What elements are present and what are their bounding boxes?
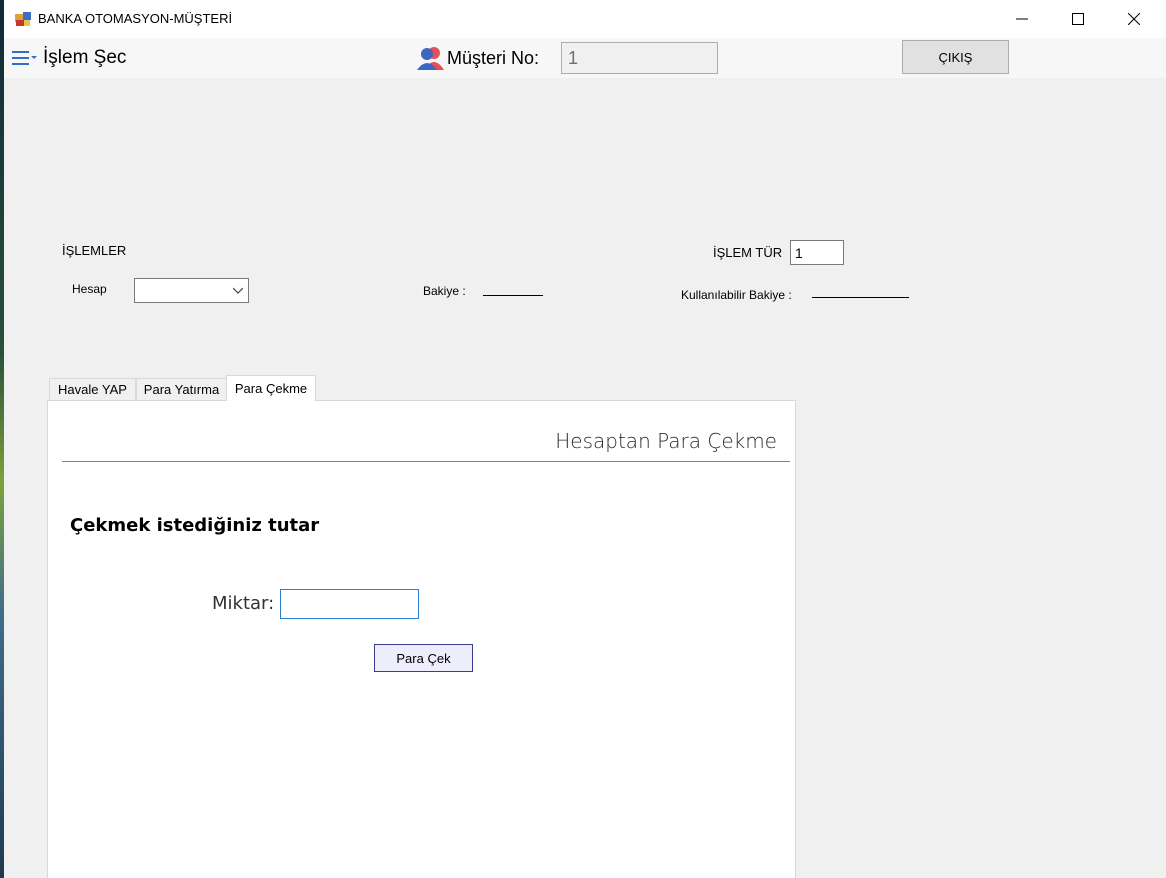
tab-havale-yap[interactable]: Havale YAP [49,378,136,400]
islem-tur-field[interactable] [790,240,844,265]
minimize-button[interactable] [994,0,1050,38]
panel-divider [62,461,790,462]
islemler-label: İŞLEMLER [62,243,127,258]
tab-para-yatirma[interactable]: Para Yatırma [136,378,227,400]
cikis-button[interactable]: ÇIKIŞ [902,40,1009,74]
islem-tur-label: İŞLEM TÜR [713,245,783,260]
close-button[interactable] [1106,0,1162,38]
miktar-input[interactable] [280,589,419,619]
musteri-no-field[interactable] [561,42,718,74]
maximize-icon [1072,13,1084,25]
users-icon [417,47,444,70]
kullanilabilir-bakiye-label: Kullanılabilir Bakiye : [681,288,792,302]
bakiye-label: Bakiye : [423,284,466,298]
close-icon [1128,13,1140,25]
tab-para-cekme[interactable]: Para Çekme [226,375,316,401]
menu-bar: İşlem Şec Müşteri No: ÇIKIŞ [4,38,1166,78]
para-cek-button[interactable]: Para Çek [374,644,473,672]
maximize-button[interactable] [1050,0,1106,38]
bank-app-icon [15,12,31,26]
miktar-label: Miktar: [212,593,275,614]
panel-heading: Çekmek istediğiniz tutar [70,515,320,536]
window-title: BANKA OTOMASYON-MÜŞTERİ [38,11,233,26]
bakiye-value-line [483,295,543,296]
hesap-label: Hesap [72,282,107,296]
islem-sec-menu[interactable]: İşlem Şec [43,47,126,69]
musteri-no-label: Müşteri No: [447,48,540,68]
panel-title: Hesaptan Para Çekme [555,429,777,453]
hesap-dropdown[interactable] [134,278,249,303]
tab-panel-para-cekme: Hesaptan Para Çekme Çekmek istediğiniz t… [47,400,796,878]
desktop-edge [0,0,4,878]
minimize-icon [1016,18,1028,20]
hamburger-menu-icon[interactable] [12,51,40,65]
kullanilabilir-bakiye-value-line [812,297,909,298]
chevron-down-icon [233,287,243,294]
title-bar: BANKA OTOMASYON-MÜŞTERİ [4,0,1166,38]
